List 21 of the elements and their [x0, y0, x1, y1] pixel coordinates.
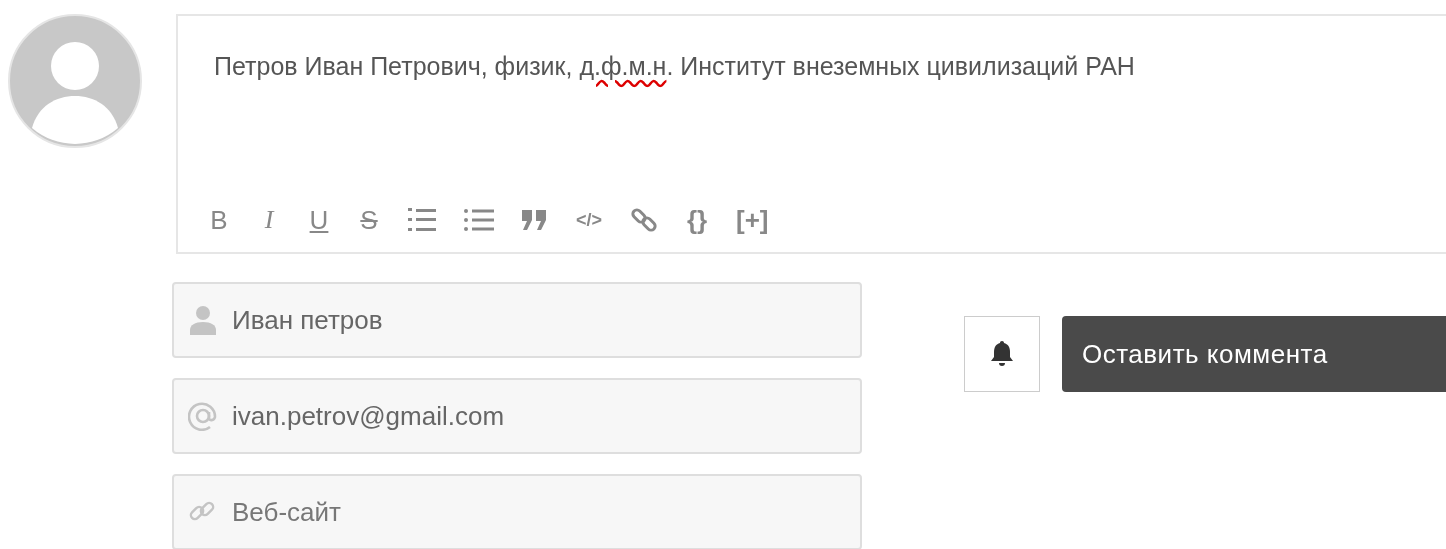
- numbered-list-icon: [408, 207, 436, 233]
- bell-icon: [991, 341, 1013, 367]
- at-sign-icon: [188, 401, 218, 431]
- comment-editor[interactable]: Петров Иван Петрович, физик, д.ф.м.н. Институт внеземных цивилизаций РАН B I U S </> {} [+]: [176, 14, 1446, 254]
- format-button[interactable]: </>: [570, 202, 609, 238]
- format-button[interactable]: S: [352, 202, 386, 238]
- format-button[interactable]: I: [252, 202, 286, 238]
- comment-text: Петров Иван Петрович, физик, д.ф.м.н. Институт внеземных цивилизаций РАН: [213, 51, 1136, 82]
- format-button[interactable]: U: [302, 202, 336, 238]
- submit-button[interactable]: Оставить коммента: [1062, 316, 1446, 392]
- quote-icon: [522, 210, 548, 230]
- format-button[interactable]: B: [202, 202, 236, 238]
- notification-button[interactable]: [964, 316, 1040, 392]
- format-button[interactable]: {}: [680, 202, 715, 238]
- format-button[interactable]: [+]: [730, 202, 775, 238]
- bullet-list-icon: [464, 208, 494, 232]
- person-icon: [188, 305, 218, 335]
- website-field[interactable]: Веб-сайт: [172, 474, 862, 549]
- email-field[interactable]: ivan.petrov@gmail.com: [172, 378, 862, 454]
- name-field[interactable]: Иван петров: [172, 282, 862, 358]
- link-icon: [630, 206, 659, 234]
